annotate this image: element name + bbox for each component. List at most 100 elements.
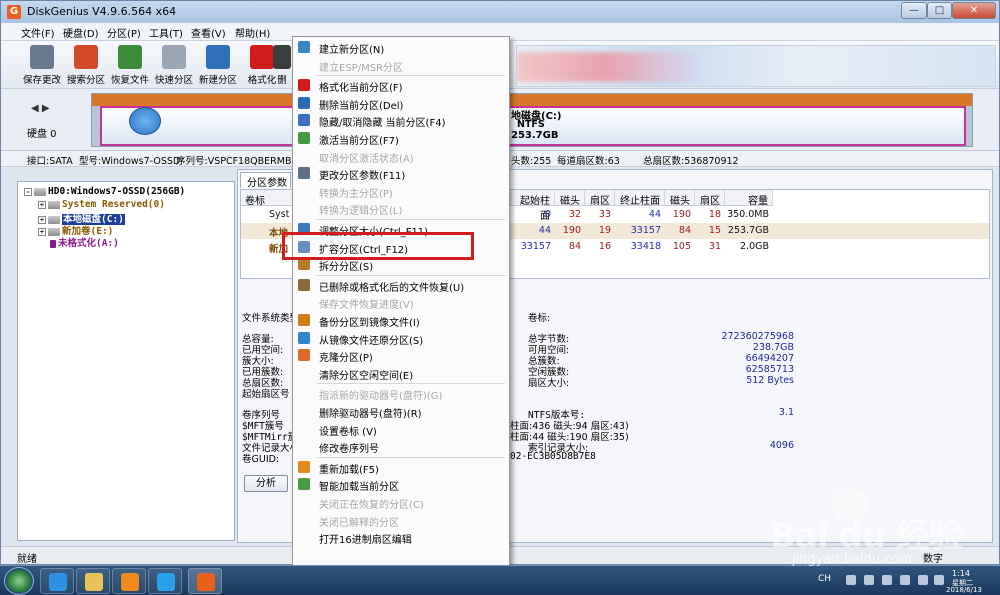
save-changes-button[interactable]: 保存更改: [19, 45, 65, 87]
tab-partition-params[interactable]: 分区参数: [240, 172, 294, 189]
table-cell: 84: [568, 241, 581, 252]
diskgenius-icon: [197, 573, 215, 591]
taskbar-app-ie[interactable]: [40, 568, 74, 594]
menu-tools[interactable]: 工具(T): [145, 25, 187, 40]
quick-partition-button[interactable]: 快速分区: [151, 45, 197, 87]
delete-button[interactable]: 删: [271, 45, 293, 87]
menu-item-24[interactable]: 智能加载当前分区: [293, 476, 509, 493]
menu-item-16[interactable]: 从镜像文件还原分区(S): [293, 330, 509, 347]
detail-label: 起始扇区号: [242, 389, 290, 400]
menu-item-label: 删除驱动器号(盘符)(R): [319, 409, 422, 420]
menu-separator: [317, 219, 505, 220]
menu-item-20[interactable]: 删除驱动器号(盘符)(R): [293, 403, 509, 420]
new-partition-button[interactable]: 新建分区: [195, 45, 241, 87]
menu-blank-icon: [298, 531, 310, 543]
disk-heads: 头数:255: [511, 156, 552, 167]
table-cell: 190: [562, 225, 581, 236]
taskbar-app-explorer[interactable]: [76, 568, 110, 594]
disk-interface: 接口:SATA: [27, 156, 73, 167]
collapse-icon[interactable]: -: [24, 187, 32, 196]
recover-files-button[interactable]: 恢复文件: [107, 45, 153, 87]
menu-item-21[interactable]: 设置卷标 (V): [293, 421, 509, 438]
tree-item-system-reserved[interactable]: + System Reserved(0): [38, 199, 165, 210]
menu-separator: [317, 456, 505, 458]
ad-banner[interactable]: [516, 45, 996, 87]
tray-flag-icon[interactable]: [864, 575, 874, 585]
tray-network-icon[interactable]: [846, 575, 856, 585]
menu-item-label: 克隆分区(P): [319, 353, 373, 365]
menu-blank-icon: [298, 59, 310, 71]
taskbar-app-diskgenius[interactable]: [188, 568, 222, 594]
toolbar-label: 恢复文件: [110, 75, 149, 86]
menu-item-label: 修改卷序列号: [319, 444, 379, 456]
table-cell: 19: [598, 225, 611, 236]
hide-icon: [298, 114, 310, 127]
menu-item-label: 备份分区到镜像文件(I): [319, 318, 420, 329]
partition-size: 253.7GB: [511, 130, 559, 141]
taskbar-app-media[interactable]: [112, 568, 146, 594]
menu-item-15[interactable]: 备份分区到镜像文件(I): [293, 312, 509, 329]
minimize-button[interactable]: —: [901, 2, 927, 19]
menu-blank-icon: [298, 185, 310, 197]
disk-nav-arrows-icon[interactable]: ◀ ▶: [31, 103, 50, 114]
clock-date: 2018/6/13: [946, 586, 982, 594]
menu-file[interactable]: 文件(F): [17, 25, 59, 40]
menu-item-7[interactable]: 更改分区参数(F11): [293, 165, 509, 182]
menu-item-22[interactable]: 修改卷序列号: [293, 438, 509, 455]
menu-item-23[interactable]: 重新加载(F5): [293, 459, 509, 476]
menu-item-4[interactable]: 隐藏/取消隐藏 当前分区(F4): [293, 112, 509, 129]
menu-item-25: 关闭正在恢复的分区(C): [293, 494, 509, 511]
tree-item-disk[interactable]: - HD0:Windows7-OSSD(256GB): [24, 186, 185, 197]
title-bar[interactable]: G DiskGenius V4.9.6.564 x64 — □ ✕: [1, 1, 999, 23]
menu-item-0[interactable]: 建立新分区(N): [293, 39, 509, 56]
menu-partition[interactable]: 分区(P): [103, 25, 145, 40]
tray-close-icon[interactable]: [882, 575, 892, 585]
menu-item-label: 设置卷标 (V): [319, 426, 377, 438]
search-partition-button[interactable]: 搜索分区: [63, 45, 109, 87]
menu-item-label: 清除分区空闲空间(E): [319, 370, 414, 382]
maximize-button[interactable]: □: [927, 2, 952, 19]
input-language[interactable]: CH: [818, 574, 831, 584]
tree-item-label: HD0:Windows7-OSSD(256GB): [48, 186, 186, 197]
menu-item-26: 关闭已解释的分区: [293, 512, 509, 529]
menu-item-18[interactable]: 清除分区空闲空间(E): [293, 365, 509, 382]
menu-item-5[interactable]: 激活当前分区(F7): [293, 130, 509, 147]
menu-item-13[interactable]: 已删除或格式化后的文件恢复(U): [293, 277, 509, 294]
tray-battery-icon[interactable]: [900, 575, 910, 585]
table-cell: 16: [598, 241, 611, 252]
start-button-icon[interactable]: [4, 567, 34, 595]
menu-item-3[interactable]: 删除当前分区(Del): [293, 95, 509, 112]
ie-icon: [49, 573, 67, 591]
tray-volume-icon[interactable]: [934, 575, 944, 585]
menu-separator: [317, 274, 505, 276]
menu-disk[interactable]: 硬盘(D): [59, 25, 103, 40]
partition-icon: [50, 239, 56, 248]
menu-item-17[interactable]: 克隆分区(P): [293, 347, 509, 364]
menu-view[interactable]: 查看(V): [187, 25, 230, 40]
disk-tree: - HD0:Windows7-OSSD(256GB) + System Reserv…: [17, 181, 235, 541]
col-head-start: 磁头: [555, 190, 585, 207]
menu-help[interactable]: 帮助(H): [231, 25, 274, 40]
taskbar-app-chat[interactable]: [148, 568, 182, 594]
menu-item-27[interactable]: 打开16进制扇区编辑: [293, 529, 509, 546]
close-button[interactable]: ✕: [952, 2, 996, 19]
windows-logo-icon: [129, 107, 161, 135]
expand-icon[interactable]: +: [38, 200, 46, 209]
expand-icon[interactable]: +: [38, 227, 46, 236]
col-head-end: 磁头: [665, 190, 695, 207]
clock-time[interactable]: 1:14: [952, 569, 970, 578]
diskgenius-logo-icon: G: [7, 5, 21, 19]
menu-item-label: 转换为主分区(P): [319, 188, 393, 200]
menu-item-label: 删除当前分区(Del): [319, 100, 404, 112]
disk-icon: [34, 187, 46, 196]
detail-value: 272360275968: [721, 331, 794, 342]
col-capacity: 容量: [725, 190, 773, 207]
analyze-button[interactable]: 分析: [244, 475, 288, 492]
menu-item-2[interactable]: 格式化当前分区(F): [293, 77, 509, 94]
clone-icon: [298, 349, 310, 362]
menu-item-label: 已删除或格式化后的文件恢复(U): [319, 282, 465, 294]
tree-item-unformatted-a[interactable]: 未格式化(A:): [50, 235, 119, 249]
tray-signal-icon[interactable]: [918, 575, 928, 585]
menu-item-label: 保存文件恢复进度(V): [319, 300, 414, 312]
menu-item-label: 指派新的驱动器号(盘符)(G): [319, 391, 443, 403]
